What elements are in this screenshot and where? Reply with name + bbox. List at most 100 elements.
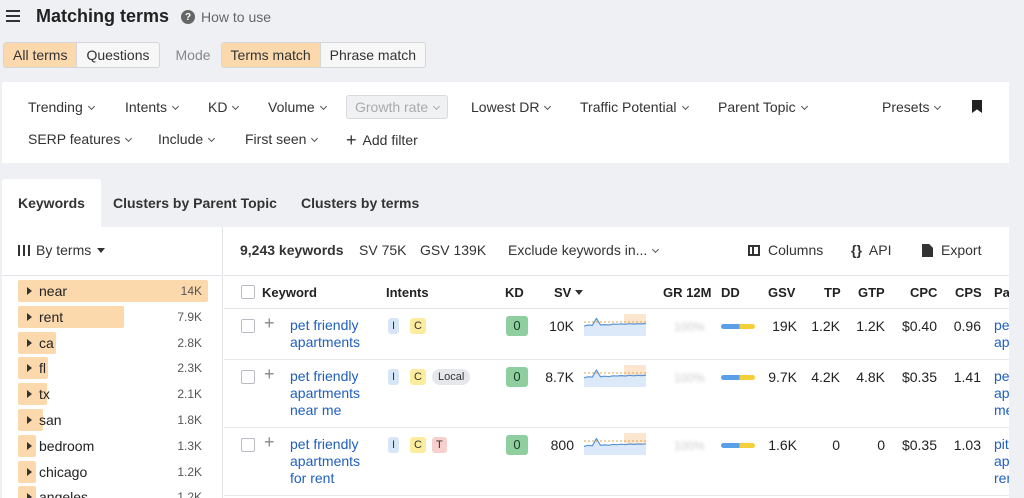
filter-intents[interactable]: Intents [125, 99, 180, 115]
gsv-value: 9.7K [768, 369, 797, 385]
plus-icon: + [346, 130, 357, 150]
col-gtp[interactable]: GTP [858, 285, 885, 300]
expand-arrow-icon[interactable] [27, 364, 32, 373]
filter-lowest-dr[interactable]: Lowest DR [471, 99, 552, 115]
chevron-down-icon [433, 102, 441, 111]
trend-sparkline [583, 314, 647, 336]
add-to-list-icon[interactable]: + [264, 364, 275, 385]
term-item[interactable]: chicago 1.2K [18, 460, 208, 483]
keyword-link[interactable]: pet friendly apartments [290, 317, 370, 351]
row-checkbox[interactable] [241, 438, 255, 452]
kd-badge: 0 [506, 435, 528, 455]
filter-volume[interactable]: Volume [268, 99, 327, 115]
tp-value: 0 [832, 437, 840, 453]
chevron-down-icon [87, 102, 95, 111]
growth-value: 100% [674, 371, 705, 385]
menu-icon[interactable] [6, 10, 20, 22]
term-name: ca [39, 334, 54, 351]
trend-sparkline [583, 433, 647, 455]
row-checkbox[interactable] [241, 319, 255, 333]
term-item[interactable]: ca 2.8K [18, 331, 208, 354]
tab-questions[interactable]: Questions [76, 43, 158, 67]
tab-clusters-by-terms[interactable]: Clusters by terms [301, 179, 419, 227]
parent-topic-link[interactable]: pet apartments me [994, 368, 1009, 419]
intent-badge: Local [432, 369, 471, 385]
add-filter-button[interactable]: + Add filter [346, 129, 418, 150]
col-gsv[interactable]: GSV [768, 285, 795, 300]
presets-dropdown[interactable]: Presets [882, 99, 942, 115]
term-item[interactable]: rent 7.9K [18, 305, 208, 328]
intent-badge: I [388, 369, 400, 385]
col-cps[interactable]: CPS [955, 285, 982, 300]
term-item[interactable]: near 14K [18, 280, 208, 302]
expand-arrow-icon[interactable] [27, 467, 32, 476]
by-terms-dropdown[interactable]: By terms [18, 242, 106, 258]
caret-down-icon [97, 247, 106, 253]
api-label: API [868, 242, 892, 258]
expand-arrow-icon[interactable] [27, 287, 32, 295]
filter-growth-rate[interactable]: Growth rate [346, 95, 449, 119]
filter-kd[interactable]: KD [208, 99, 240, 115]
term-item[interactable]: angeles 1.2K [18, 486, 208, 498]
col-parent-topic[interactable]: Pa [994, 285, 1009, 300]
add-to-list-icon[interactable]: + [264, 432, 275, 453]
col-cpc[interactable]: CPC [910, 285, 937, 300]
filter-lowest-dr-label: Lowest DR [471, 99, 540, 115]
top-bar: Matching terms ? How to use [0, 0, 1024, 36]
term-item[interactable]: tx 2.1K [18, 383, 208, 406]
dd-bar [721, 375, 755, 380]
parent-topic-link[interactable]: pet apartments [994, 317, 1009, 351]
columns-button[interactable]: Columns [748, 242, 823, 258]
tab-phrase-match[interactable]: Phrase match [319, 43, 425, 67]
api-button[interactable]: {} API [851, 242, 891, 258]
dd-bar [721, 324, 755, 329]
col-tp[interactable]: TP [824, 285, 841, 300]
term-name: tx [39, 386, 50, 403]
keyword-link[interactable]: pet friendly apartments for rent [290, 436, 370, 487]
tab-all-terms[interactable]: All terms [4, 43, 77, 67]
cps-value: 1.03 [953, 437, 981, 453]
term-item[interactable]: san 1.8K [18, 409, 208, 431]
how-to-use-link[interactable]: ? How to use [181, 9, 271, 25]
expand-arrow-icon[interactable] [27, 338, 32, 347]
filter-include[interactable]: Include [158, 131, 216, 147]
col-gr12m[interactable]: GR 12M [663, 285, 711, 300]
term-item[interactable]: bedroom 1.3K [18, 434, 208, 457]
sv-total: SV 75K [359, 242, 407, 258]
col-dd[interactable]: DD [721, 285, 740, 300]
filter-parent-topic[interactable]: Parent Topic [718, 99, 808, 115]
row-checkbox[interactable] [241, 370, 255, 384]
expand-arrow-icon[interactable] [27, 416, 32, 424]
filter-serp-features[interactable]: SERP features [28, 131, 133, 147]
filter-traffic-potential[interactable]: Traffic Potential [580, 99, 689, 115]
add-to-list-icon[interactable]: + [264, 313, 275, 334]
list-icon [18, 244, 30, 256]
filter-trending[interactable]: Trending [28, 99, 95, 115]
table-header: Keyword Intents KD SV GR 12M DD GSV TP G… [224, 275, 1009, 309]
filter-include-label: Include [158, 131, 204, 147]
keyword-link[interactable]: pet friendly apartments near me [290, 368, 370, 419]
tab-terms-match[interactable]: Terms match [221, 43, 320, 67]
bookmark-icon[interactable] [972, 100, 982, 113]
col-sv[interactable]: SV [554, 285, 584, 300]
expand-arrow-icon[interactable] [27, 493, 32, 498]
term-item[interactable]: fl 2.3K [18, 357, 208, 380]
tab-clusters-by-parent-topic[interactable]: Clusters by Parent Topic [113, 179, 277, 227]
export-button[interactable]: Export [922, 242, 981, 258]
expand-arrow-icon[interactable] [27, 390, 32, 399]
filter-first-seen[interactable]: First seen [245, 131, 319, 147]
parent-topic-link[interactable]: pit apartments rent [994, 436, 1009, 487]
col-intents[interactable]: Intents [386, 285, 429, 300]
term-count: 2.8K [177, 335, 202, 350]
chevron-down-icon [800, 102, 808, 111]
growth-value: 100% [674, 320, 705, 334]
expand-arrow-icon[interactable] [27, 312, 32, 321]
tab-keywords[interactable]: Keywords [2, 179, 101, 227]
term-count: 7.9K [177, 309, 202, 324]
select-all-checkbox[interactable] [241, 285, 255, 299]
exclude-keywords-dropdown[interactable]: Exclude keywords in... [508, 242, 660, 258]
col-kd[interactable]: KD [505, 285, 524, 300]
expand-arrow-icon[interactable] [27, 441, 32, 450]
col-keyword[interactable]: Keyword [262, 285, 317, 300]
dd-bar [721, 443, 755, 448]
